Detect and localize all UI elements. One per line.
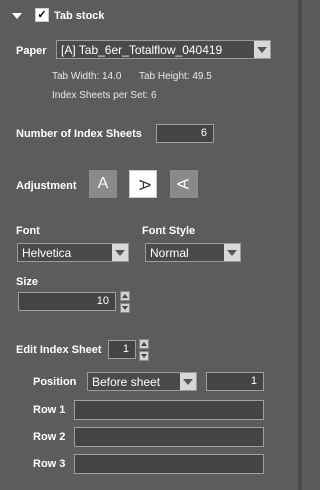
position-selected: Before sheet <box>92 375 161 389</box>
size-increment-button[interactable] <box>120 291 130 301</box>
tab-height-text: Tab Height: 49.5 <box>139 71 212 82</box>
chevron-down-icon <box>180 373 196 390</box>
paper-dropdown[interactable]: [A] Tab_6er_Totalflow_040419 <box>56 40 271 59</box>
number-of-index-sheets-field[interactable]: 6 <box>156 124 214 143</box>
tab-width-text: Tab Width: 14.0 <box>52 71 122 82</box>
font-selected: Helvetica <box>22 246 72 260</box>
adjust-rotate-left-button[interactable]: A <box>170 170 198 198</box>
font-style-selected: Normal <box>150 246 189 260</box>
position-label: Position <box>33 376 77 388</box>
row-3-label: Row 3 <box>33 458 66 470</box>
font-dropdown[interactable]: Helvetica <box>17 243 129 262</box>
edit-index-sheet-increment-button[interactable] <box>139 339 149 349</box>
edit-index-sheet-field[interactable]: 1 <box>108 340 136 359</box>
chevron-down-icon <box>254 41 270 58</box>
row-2-input[interactable] <box>74 427 264 447</box>
adjust-rotate-right-button[interactable]: A <box>129 170 157 198</box>
row-2-label: Row 2 <box>33 431 66 443</box>
position-dropdown[interactable]: Before sheet <box>87 372 197 391</box>
adjust-rotate-left-icon: A <box>174 178 192 190</box>
font-label: Font <box>16 225 40 237</box>
tab-stock-panel: ✓ Tab stock Paper [A] Tab_6er_Totalflow_… <box>0 0 302 490</box>
number-of-index-sheets-label: Number of Index Sheets <box>16 128 142 140</box>
chevron-down-icon <box>224 244 240 261</box>
font-style-label: Font Style <box>142 225 196 237</box>
collapse-triangle-icon[interactable] <box>12 13 22 19</box>
row-1-label: Row 1 <box>33 404 66 416</box>
adjust-normal-icon: A <box>97 175 109 192</box>
size-field[interactable]: 10 <box>18 292 116 311</box>
adjust-rotate-right-icon: A <box>134 179 152 191</box>
size-label: Size <box>16 276 39 288</box>
row-1-input[interactable] <box>74 400 264 420</box>
paper-selected: [A] Tab_6er_Totalflow_040419 <box>61 43 223 57</box>
paper-label: Paper <box>16 45 47 57</box>
position-value-field[interactable]: 1 <box>206 372 264 391</box>
section-title: Tab stock <box>54 10 105 22</box>
chevron-down-icon <box>112 244 128 261</box>
adjustment-label: Adjustment <box>16 180 77 192</box>
edit-index-sheet-decrement-button[interactable] <box>139 351 149 361</box>
font-style-dropdown[interactable]: Normal <box>145 243 241 262</box>
size-decrement-button[interactable] <box>120 303 130 313</box>
tab-stock-checkbox[interactable]: ✓ <box>35 8 49 22</box>
index-sheets-per-set-text: Index Sheets per Set: 6 <box>52 90 157 101</box>
adjust-normal-button[interactable]: A <box>89 170 117 198</box>
edit-index-sheet-label: Edit Index Sheet <box>16 344 102 356</box>
row-3-input[interactable] <box>74 454 264 474</box>
